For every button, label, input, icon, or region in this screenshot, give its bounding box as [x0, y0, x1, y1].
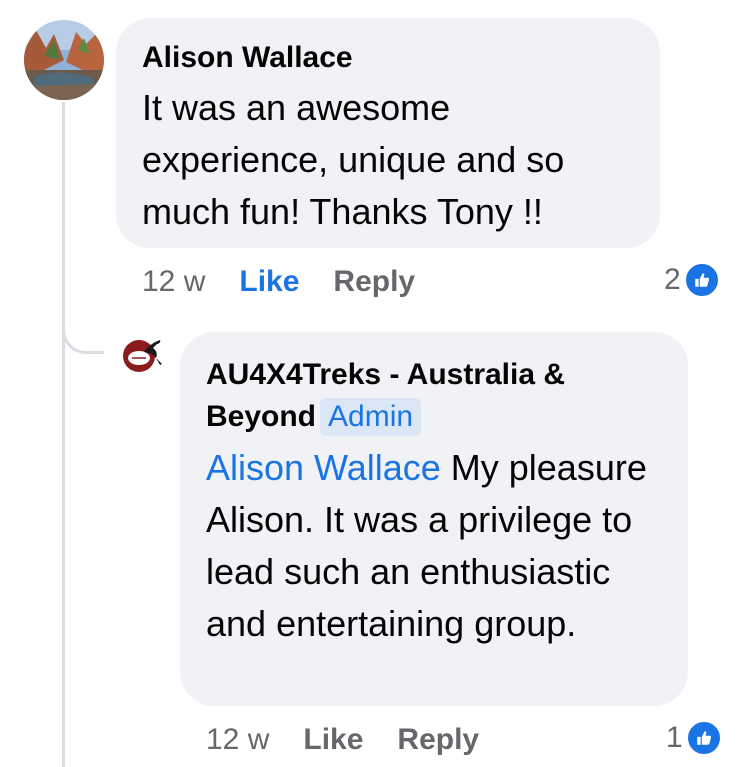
- reply-bubble: AU4X4Treks - Australia & Beyond Admin Ali…: [180, 332, 688, 706]
- reply-button[interactable]: Reply: [333, 264, 415, 300]
- comment-text: It was an awesome experience, unique and…: [142, 87, 565, 232]
- reply-timestamp[interactable]: 12 w: [206, 722, 269, 758]
- reply-button[interactable]: Reply: [397, 722, 479, 758]
- reaction-summary[interactable]: 1: [666, 720, 722, 756]
- comment-author[interactable]: Alison Wallace: [142, 38, 634, 78]
- thumbs-up-icon: [685, 720, 722, 756]
- like-button[interactable]: Like: [303, 722, 363, 758]
- thumbs-up-icon: [683, 262, 720, 298]
- reply-connector: [62, 312, 104, 354]
- reply-author: AU4X4Treks - Australia & Beyond Admin: [206, 354, 662, 438]
- comment-bubble: Alison Wallace It was an awesome experie…: [116, 18, 660, 248]
- comment-timestamp[interactable]: 12 w: [142, 264, 205, 300]
- thread-line: [62, 102, 65, 767]
- like-button[interactable]: Like: [239, 264, 299, 300]
- reply-actions: 12 w Like Reply: [206, 722, 479, 758]
- avatar[interactable]: [24, 20, 104, 100]
- admin-badge: Admin: [320, 398, 422, 436]
- reaction-count: 2: [664, 263, 681, 296]
- mention-link[interactable]: Alison Wallace: [206, 447, 441, 488]
- reaction-summary[interactable]: 2: [664, 262, 720, 298]
- reply-text: Alison Wallace My pleasure Alison. It wa…: [206, 442, 662, 650]
- comment-actions: 12 w Like Reply: [142, 264, 415, 300]
- comment-thread: Alison Wallace It was an awesome experie…: [0, 0, 750, 767]
- reaction-count: 1: [666, 721, 683, 754]
- page-avatar[interactable]: [120, 336, 166, 374]
